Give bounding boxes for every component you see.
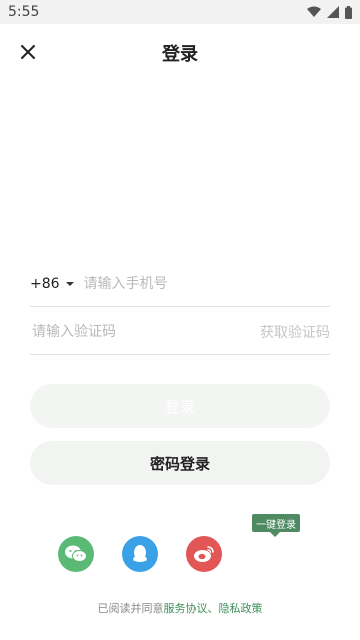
country-code-label: +86 <box>30 276 60 292</box>
weibo-icon <box>194 546 214 562</box>
battery-icon <box>345 5 352 19</box>
page-title: 登录 <box>162 44 198 65</box>
one-click-login-tooltip[interactable]: 一键登录 <box>252 514 300 532</box>
status-bar: 5:55 <box>0 0 360 24</box>
get-code-button[interactable]: 获取验证码 <box>260 322 330 342</box>
app-bar: 登录 <box>0 24 360 80</box>
verification-code-row: 获取验证码 <box>30 310 330 355</box>
status-time: 5:55 <box>8 4 40 20</box>
phone-input[interactable] <box>81 275 330 293</box>
phone-input-row: +86 <box>30 262 330 307</box>
weibo-login-button[interactable] <box>186 536 222 572</box>
status-icons <box>307 5 352 19</box>
caret-down-icon <box>65 282 74 286</box>
qq-icon <box>133 545 147 562</box>
agreement-text: 已阅读并同意服务协议、隐私政策 <box>0 600 360 616</box>
signal-icon <box>327 6 339 18</box>
service-agreement-link[interactable]: 服务协议 <box>164 602 208 615</box>
qq-login-button[interactable] <box>122 536 158 572</box>
tooltip-tail <box>270 532 280 537</box>
verification-code-input[interactable] <box>30 323 260 341</box>
privacy-policy-link[interactable]: 隐私政策 <box>219 602 263 615</box>
country-code-selector[interactable]: +86 <box>30 276 74 292</box>
password-login-button[interactable]: 密码登录 <box>30 441 330 485</box>
wechat-login-button[interactable] <box>58 536 94 572</box>
agreement-prefix: 已阅读并同意 <box>97 602 164 615</box>
wechat-icon <box>65 545 87 562</box>
wifi-icon <box>307 6 321 17</box>
agreement-separator: 、 <box>207 602 219 615</box>
login-button[interactable]: 登录 <box>30 384 330 428</box>
